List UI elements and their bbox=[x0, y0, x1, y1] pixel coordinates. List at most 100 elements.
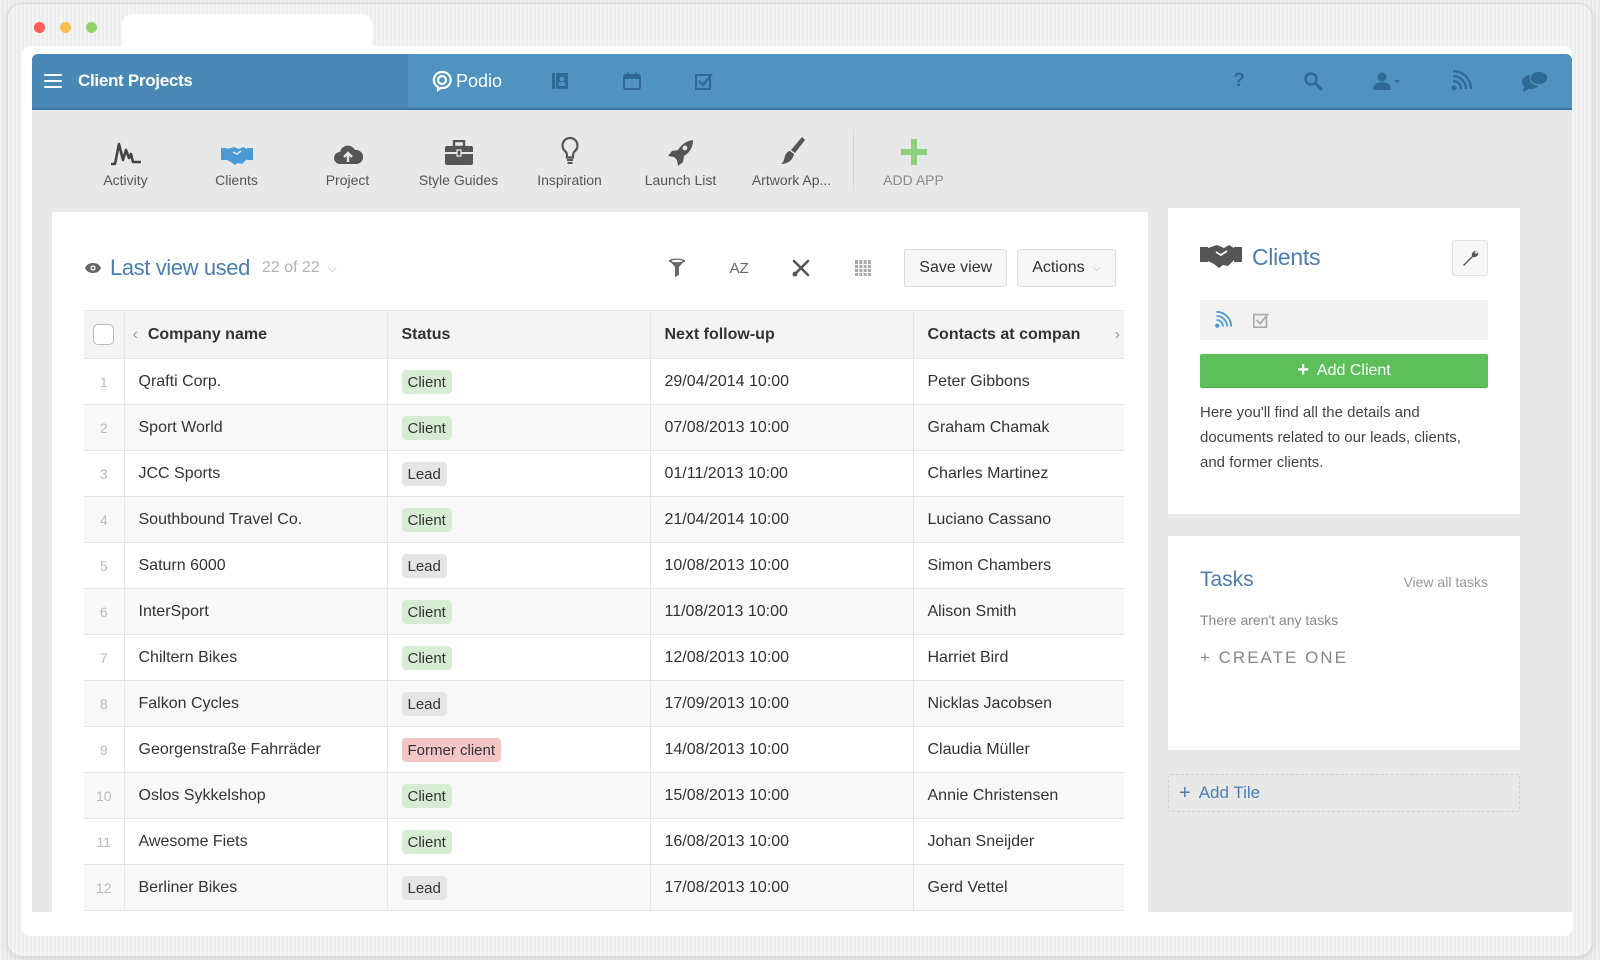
company-name-cell[interactable]: JCC Sports bbox=[123, 450, 387, 497]
view-selector[interactable]: Last view used bbox=[110, 255, 250, 281]
column-header-status[interactable]: Status bbox=[386, 310, 650, 359]
status-cell[interactable]: Client bbox=[386, 588, 650, 635]
company-name-cell[interactable]: Chiltern Bikes bbox=[123, 634, 387, 681]
column-header-company[interactable]: ‹ Company name bbox=[123, 310, 387, 359]
next-follow-up-cell[interactable]: 11/08/2013 10:00 bbox=[649, 588, 913, 635]
contact-cell[interactable]: Claudia Müller bbox=[912, 726, 1124, 773]
contact-cell[interactable]: Luciano Cassano bbox=[912, 496, 1124, 543]
chat-icon[interactable] bbox=[1498, 70, 1572, 92]
next-follow-up-cell[interactable]: 15/08/2013 10:00 bbox=[649, 772, 913, 819]
table-row[interactable]: 5 Saturn 6000 Lead 10/08/2013 10:00 Simon Ch… bbox=[84, 542, 1124, 589]
app-settings-button[interactable] bbox=[1452, 240, 1488, 276]
filter-icon[interactable] bbox=[646, 258, 708, 278]
app-clients[interactable]: Clients bbox=[181, 132, 292, 188]
company-name-cell[interactable]: Saturn 6000 bbox=[123, 542, 387, 589]
workspace-switcher[interactable]: Client Projects bbox=[32, 54, 408, 108]
column-header-next-follow-up[interactable]: Next follow-up bbox=[649, 310, 913, 359]
table-row[interactable]: 9 Georgenstraße Fahrräder Former client 14/… bbox=[84, 726, 1124, 773]
status-cell[interactable]: Lead bbox=[386, 864, 650, 911]
tools-icon[interactable] bbox=[770, 258, 832, 278]
add-client-button[interactable]: + Add Client bbox=[1200, 354, 1488, 388]
table-row[interactable]: 1 Qrafti Corp. Client 29/04/2014 10:00 Peter… bbox=[84, 358, 1124, 405]
scroll-right-icon[interactable]: › bbox=[1115, 326, 1120, 344]
table-row[interactable]: 2 Sport World Client 07/08/2013 10:00 Graham… bbox=[84, 404, 1124, 451]
status-cell[interactable]: Client bbox=[386, 772, 650, 819]
hamburger-menu-icon[interactable] bbox=[44, 74, 62, 88]
calendar-icon[interactable] bbox=[622, 71, 642, 91]
contact-cell[interactable]: Annie Christensen bbox=[912, 772, 1124, 819]
company-name-cell[interactable]: Qrafti Corp. bbox=[123, 358, 387, 405]
table-row[interactable]: 7 Chiltern Bikes Client 12/08/2013 10:00 Har… bbox=[84, 634, 1124, 681]
actions-dropdown[interactable]: Actions ⌵ bbox=[1017, 249, 1116, 287]
app-style-guides[interactable]: Style Guides bbox=[403, 132, 514, 188]
add-app-button[interactable]: ADD APP bbox=[858, 132, 969, 188]
contact-cell[interactable]: Peter Gibbons bbox=[912, 358, 1124, 405]
app-project[interactable]: Project bbox=[292, 132, 403, 188]
tasks-icon[interactable] bbox=[694, 71, 714, 91]
table-row[interactable]: 4 Southbound Travel Co. Client 21/04/2014 1… bbox=[84, 496, 1124, 543]
table-row[interactable]: 6 InterSport Client 11/08/2013 10:00 Alison … bbox=[84, 588, 1124, 635]
scroll-left-icon[interactable]: ‹ bbox=[133, 326, 138, 343]
next-follow-up-cell[interactable]: 10/08/2013 10:00 bbox=[649, 542, 913, 589]
status-cell[interactable]: Lead bbox=[386, 680, 650, 727]
contact-cell[interactable]: Gerd Vettel bbox=[912, 864, 1124, 911]
minimize-window-button[interactable] bbox=[60, 22, 71, 33]
podio-home-link[interactable]: Podio bbox=[432, 70, 502, 92]
select-all-checkbox[interactable] bbox=[93, 324, 115, 345]
next-follow-up-cell[interactable]: 01/11/2013 10:00 bbox=[649, 450, 913, 497]
contact-cell[interactable]: Johan Sneijder bbox=[912, 818, 1124, 865]
next-follow-up-cell[interactable]: 17/09/2013 10:00 bbox=[649, 680, 913, 727]
next-follow-up-cell[interactable]: 12/08/2013 10:00 bbox=[649, 634, 913, 681]
table-row[interactable]: 12 Berliner Bikes Lead 17/08/2013 10:00 Gerd… bbox=[84, 864, 1124, 911]
contact-cell[interactable]: Charles Martinez bbox=[912, 450, 1124, 497]
column-header-contacts[interactable]: Contacts at compan › bbox=[912, 310, 1124, 359]
app-launch-list[interactable]: Launch List bbox=[625, 132, 736, 188]
view-all-tasks-link[interactable]: View all tasks bbox=[1403, 574, 1488, 590]
close-window-button[interactable] bbox=[34, 22, 45, 33]
create-task-link[interactable]: + CREATE ONE bbox=[1200, 648, 1348, 668]
search-icon[interactable] bbox=[1276, 71, 1350, 91]
activity-stream-icon[interactable] bbox=[1424, 70, 1498, 92]
company-name-cell[interactable]: Awesome Fiets bbox=[123, 818, 387, 865]
company-name-cell[interactable]: Oslos Sykkelshop bbox=[123, 772, 387, 819]
app-artwork-approval[interactable]: Artwork Ap... bbox=[736, 132, 847, 188]
save-view-button[interactable]: Save view bbox=[904, 249, 1008, 287]
app-inspiration[interactable]: Inspiration bbox=[514, 132, 625, 188]
status-cell[interactable]: Client bbox=[386, 818, 650, 865]
contact-cell[interactable]: Harriet Bird bbox=[912, 634, 1124, 681]
app-activity[interactable]: Activity bbox=[70, 132, 181, 188]
table-row[interactable]: 11 Awesome Fiets Client 16/08/2013 10:00 Joh… bbox=[84, 818, 1124, 865]
table-row[interactable]: 10 Oslos Sykkelshop Client 15/08/2013 10:00… bbox=[84, 772, 1124, 819]
workspace-title[interactable]: Client Projects bbox=[78, 71, 193, 91]
add-tile-button[interactable]: + Add Tile bbox=[1168, 774, 1520, 812]
help-icon[interactable]: ? bbox=[1202, 70, 1276, 92]
table-row[interactable]: 8 Falkon Cycles Lead 17/09/2013 10:00 Nickla… bbox=[84, 680, 1124, 727]
contacts-icon[interactable] bbox=[550, 71, 570, 91]
status-cell[interactable]: Client bbox=[386, 404, 650, 451]
maximize-window-button[interactable] bbox=[86, 22, 97, 33]
contact-cell[interactable]: Graham Chamak bbox=[912, 404, 1124, 451]
next-follow-up-cell[interactable]: 17/08/2013 10:00 bbox=[649, 864, 913, 911]
next-follow-up-cell[interactable]: 29/04/2014 10:00 bbox=[649, 358, 913, 405]
next-follow-up-cell[interactable]: 14/08/2013 10:00 bbox=[649, 726, 913, 773]
chevron-down-icon[interactable]: ⌵ bbox=[328, 261, 337, 276]
next-follow-up-cell[interactable]: 16/08/2013 10:00 bbox=[649, 818, 913, 865]
company-name-cell[interactable]: Georgenstraße Fahrräder bbox=[123, 726, 387, 773]
contact-cell[interactable]: Simon Chambers bbox=[912, 542, 1124, 589]
contact-cell[interactable]: Alison Smith bbox=[912, 588, 1124, 635]
company-name-cell[interactable]: Sport World bbox=[123, 404, 387, 451]
company-name-cell[interactable]: Falkon Cycles bbox=[123, 680, 387, 727]
company-name-cell[interactable]: InterSport bbox=[123, 588, 387, 635]
table-row[interactable]: 3 JCC Sports Lead 01/11/2013 10:00 Charles M… bbox=[84, 450, 1124, 497]
user-menu-icon[interactable] bbox=[1350, 71, 1424, 91]
tasks-icon[interactable] bbox=[1252, 311, 1270, 329]
status-cell[interactable]: Client bbox=[386, 496, 650, 543]
status-cell[interactable]: Lead bbox=[386, 542, 650, 589]
status-cell[interactable]: Client bbox=[386, 634, 650, 681]
contact-cell[interactable]: Nicklas Jacobsen bbox=[912, 680, 1124, 727]
status-cell[interactable]: Former client bbox=[386, 726, 650, 773]
status-cell[interactable]: Client bbox=[386, 358, 650, 405]
status-cell[interactable]: Lead bbox=[386, 450, 650, 497]
sort-az-icon[interactable]: AZ bbox=[708, 260, 770, 277]
next-follow-up-cell[interactable]: 21/04/2014 10:00 bbox=[649, 496, 913, 543]
